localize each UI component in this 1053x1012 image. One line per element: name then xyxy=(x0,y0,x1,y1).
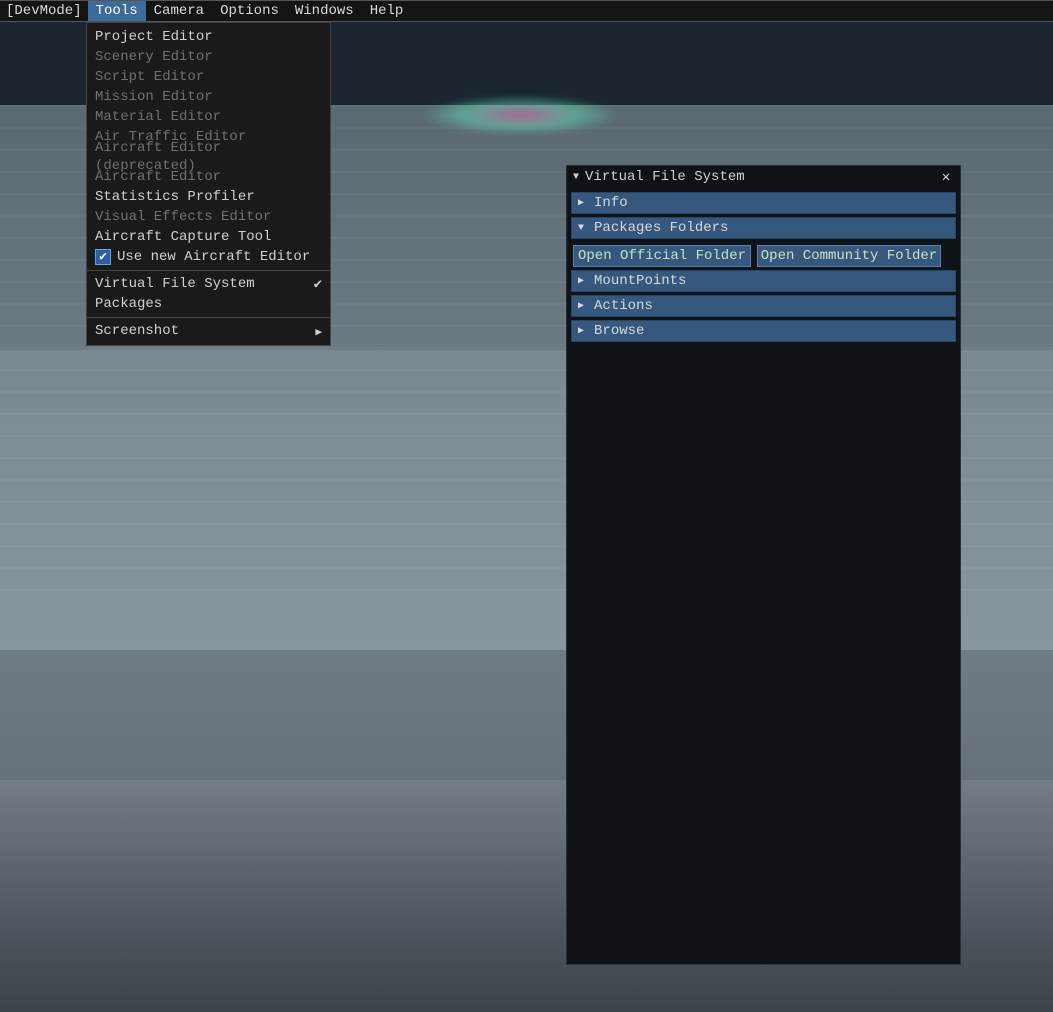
devmode-label: [DevMode] xyxy=(0,1,88,21)
expand-right-icon: ▶ xyxy=(578,300,584,312)
expand-right-icon: ▶ xyxy=(578,275,584,287)
menu-item-screenshot[interactable]: Screenshot ▶ xyxy=(87,321,330,341)
menu-help[interactable]: Help xyxy=(362,1,412,21)
vfs-menu-label: Virtual File System xyxy=(95,275,255,293)
collapse-down-icon: ▼ xyxy=(578,223,584,234)
use-new-aircraft-editor-label: Use new Aircraft Editor xyxy=(117,248,310,266)
open-official-folder-button[interactable]: Open Official Folder xyxy=(573,245,751,267)
open-community-folder-button[interactable]: Open Community Folder xyxy=(757,245,941,267)
menu-tools[interactable]: Tools xyxy=(88,1,146,21)
section-actions-label: Actions xyxy=(594,298,653,314)
menu-item-packages[interactable]: Packages xyxy=(87,294,330,314)
collapse-down-icon: ▼ xyxy=(573,172,579,183)
close-icon[interactable]: ✕ xyxy=(938,169,954,185)
menu-windows[interactable]: Windows xyxy=(287,1,362,21)
section-mountpoints[interactable]: ▶ MountPoints xyxy=(571,270,956,292)
menu-item-script-editor[interactable]: Script Editor xyxy=(87,67,330,87)
panel-title: Virtual File System xyxy=(585,169,745,185)
expand-right-icon: ▶ xyxy=(578,197,584,209)
section-info[interactable]: ▶ Info xyxy=(571,192,956,214)
menubar: [DevMode] Tools Camera Options Windows H… xyxy=(0,0,1053,22)
section-mountpoints-label: MountPoints xyxy=(594,273,686,289)
menu-item-scenery-editor[interactable]: Scenery Editor xyxy=(87,47,330,67)
virtual-file-system-panel: ▼ Virtual File System ✕ ▶ Info ▼ Package… xyxy=(566,165,961,965)
menu-item-mission-editor[interactable]: Mission Editor xyxy=(87,87,330,107)
section-packages-folders-label: Packages Folders xyxy=(594,220,728,236)
menu-separator xyxy=(87,317,330,318)
packages-folders-body: Open Official Folder Open Community Fold… xyxy=(571,242,956,267)
menu-camera[interactable]: Camera xyxy=(146,1,212,21)
menu-options[interactable]: Options xyxy=(212,1,287,21)
checkmark-icon: ✔ xyxy=(314,276,322,294)
section-packages-folders[interactable]: ▼ Packages Folders xyxy=(571,217,956,239)
screenshot-menu-label: Screenshot xyxy=(95,322,179,340)
menu-item-statistics-profiler[interactable]: Statistics Profiler xyxy=(87,187,330,207)
menu-item-use-new-aircraft-editor[interactable]: ✔ Use new Aircraft Editor xyxy=(87,247,330,267)
section-browse-label: Browse xyxy=(594,323,644,339)
section-browse[interactable]: ▶ Browse xyxy=(571,320,956,342)
checkbox-checked-icon: ✔ xyxy=(95,249,111,265)
panel-titlebar[interactable]: ▼ Virtual File System ✕ xyxy=(567,166,960,188)
menu-item-material-editor[interactable]: Material Editor xyxy=(87,107,330,127)
menu-item-project-editor[interactable]: Project Editor xyxy=(87,27,330,47)
tools-dropdown: Project Editor Scenery Editor Script Edi… xyxy=(86,22,331,346)
submenu-arrow-icon: ▶ xyxy=(315,324,322,342)
ceiling-light-glow xyxy=(420,95,620,135)
expand-right-icon: ▶ xyxy=(578,325,584,337)
menu-item-virtual-file-system[interactable]: Virtual File System ✔ xyxy=(87,274,330,294)
menu-item-aircraft-editor[interactable]: Aircraft Editor xyxy=(87,167,330,187)
menu-item-visual-effects-editor[interactable]: Visual Effects Editor xyxy=(87,207,330,227)
menu-item-aircraft-editor-deprecated[interactable]: Aircraft Editor (deprecated) xyxy=(87,147,330,167)
section-actions[interactable]: ▶ Actions xyxy=(571,295,956,317)
menu-separator xyxy=(87,270,330,271)
section-info-label: Info xyxy=(594,195,628,211)
panel-body: ▶ Info ▼ Packages Folders Open Official … xyxy=(567,188,960,346)
menu-item-aircraft-capture-tool[interactable]: Aircraft Capture Tool xyxy=(87,227,330,247)
